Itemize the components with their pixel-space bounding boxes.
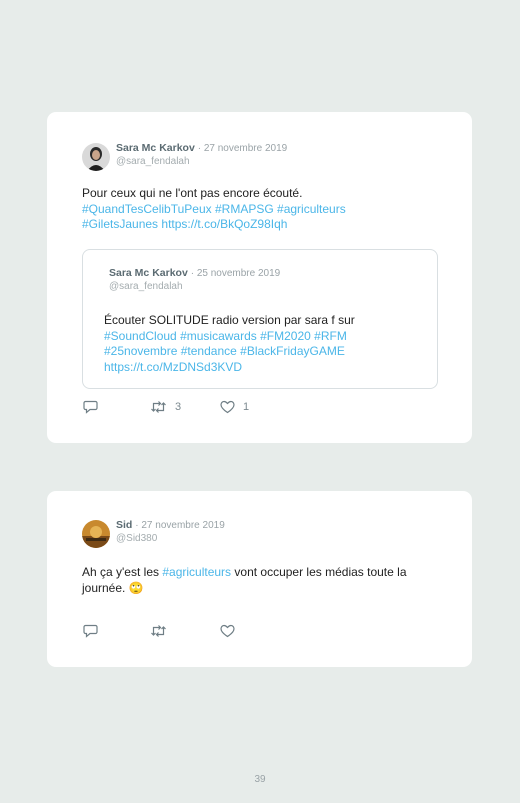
- quoted-tweet-header: Sara Mc Karkov · 25 novembre 2019 @sara_…: [109, 267, 280, 293]
- tweet-date[interactable]: · 27 novembre 2019: [135, 520, 225, 531]
- hashtag-link[interactable]: #FM2020: [260, 329, 311, 343]
- quoted-tweet-body: Écouter SOLITUDE radio version par sara …: [104, 313, 355, 327]
- quoted-tweet-text: Écouter SOLITUDE radio version par sara …: [104, 313, 424, 375]
- retweet-icon: [150, 624, 167, 638]
- heart-icon: [220, 400, 235, 414]
- hashtag-link[interactable]: #tendance: [181, 344, 237, 358]
- tweet-actions: 3 1: [83, 400, 249, 414]
- avatar[interactable]: [82, 143, 110, 171]
- url-link[interactable]: https://t.co/MzDNSd3KVD: [104, 360, 242, 374]
- quoted-author-name[interactable]: Sara Mc Karkov: [109, 267, 188, 279]
- hashtag-link[interactable]: #agriculteurs: [277, 202, 346, 216]
- tweet-header: Sara Mc Karkov · 27 novembre 2019 @sara_…: [82, 142, 287, 171]
- quoted-tweet-date[interactable]: · 25 novembre 2019: [191, 268, 281, 279]
- tweet-card-2: Sid · 27 novembre 2019 @Sid380 Ah ça y'e…: [47, 491, 472, 667]
- reply-button[interactable]: [83, 624, 150, 638]
- like-button[interactable]: 1: [220, 400, 249, 414]
- tweet-actions: [83, 624, 235, 638]
- reply-icon: [83, 624, 98, 638]
- quoted-author-handle[interactable]: @sara_fendalah: [109, 280, 280, 293]
- retweet-icon: [150, 400, 167, 414]
- heart-icon: [220, 624, 235, 638]
- page-number: 39: [254, 774, 266, 785]
- retweet-button[interactable]: [150, 624, 220, 638]
- avatar[interactable]: [82, 520, 110, 548]
- hashtag-link[interactable]: #SoundCloud: [104, 329, 177, 343]
- retweet-button[interactable]: 3: [150, 400, 220, 414]
- eye-roll-emoji: 🙄: [128, 580, 144, 595]
- author-handle[interactable]: @sara_fendalah: [116, 155, 287, 168]
- hashtag-link[interactable]: #25novembre: [104, 344, 177, 358]
- hashtag-link[interactable]: #BlackFridayGAME: [240, 344, 345, 358]
- hashtag-link[interactable]: #RFM: [314, 329, 347, 343]
- hashtag-link[interactable]: #musicawards: [180, 329, 257, 343]
- retweet-count: 3: [175, 401, 182, 413]
- hashtag-link[interactable]: #QuandTesCelibTuPeux: [82, 202, 212, 216]
- tweet-text: Pour ceux qui ne l'ont pas encore écouté…: [82, 186, 402, 233]
- hashtag-link[interactable]: #RMAPSG: [215, 202, 274, 216]
- author-handle[interactable]: @Sid380: [116, 532, 225, 545]
- tweet-date[interactable]: · 27 novembre 2019: [198, 143, 288, 154]
- author-name[interactable]: Sara Mc Karkov: [116, 142, 195, 154]
- reply-icon: [83, 400, 98, 414]
- like-count: 1: [243, 401, 250, 413]
- tweet-body: Pour ceux qui ne l'ont pas encore écouté…: [82, 186, 303, 200]
- hashtag-link[interactable]: #GiletsJaunes: [82, 217, 158, 231]
- tweet-body-start: Ah ça y'est les: [82, 565, 159, 579]
- reply-button[interactable]: [83, 400, 150, 414]
- author-name[interactable]: Sid: [116, 519, 132, 531]
- quoted-tweet[interactable]: Sara Mc Karkov · 25 novembre 2019 @sara_…: [82, 249, 438, 389]
- hashtag-link[interactable]: #agriculteurs: [162, 565, 231, 579]
- url-link[interactable]: https://t.co/BkQoZ98Iqh: [161, 217, 287, 231]
- tweet-header: Sid · 27 novembre 2019 @Sid380: [82, 519, 225, 548]
- like-button[interactable]: [220, 624, 235, 638]
- tweet-text: Ah ça y'est les #agriculteurs vont occup…: [82, 565, 442, 596]
- tweet-card-1: Sara Mc Karkov · 27 novembre 2019 @sara_…: [47, 112, 472, 443]
